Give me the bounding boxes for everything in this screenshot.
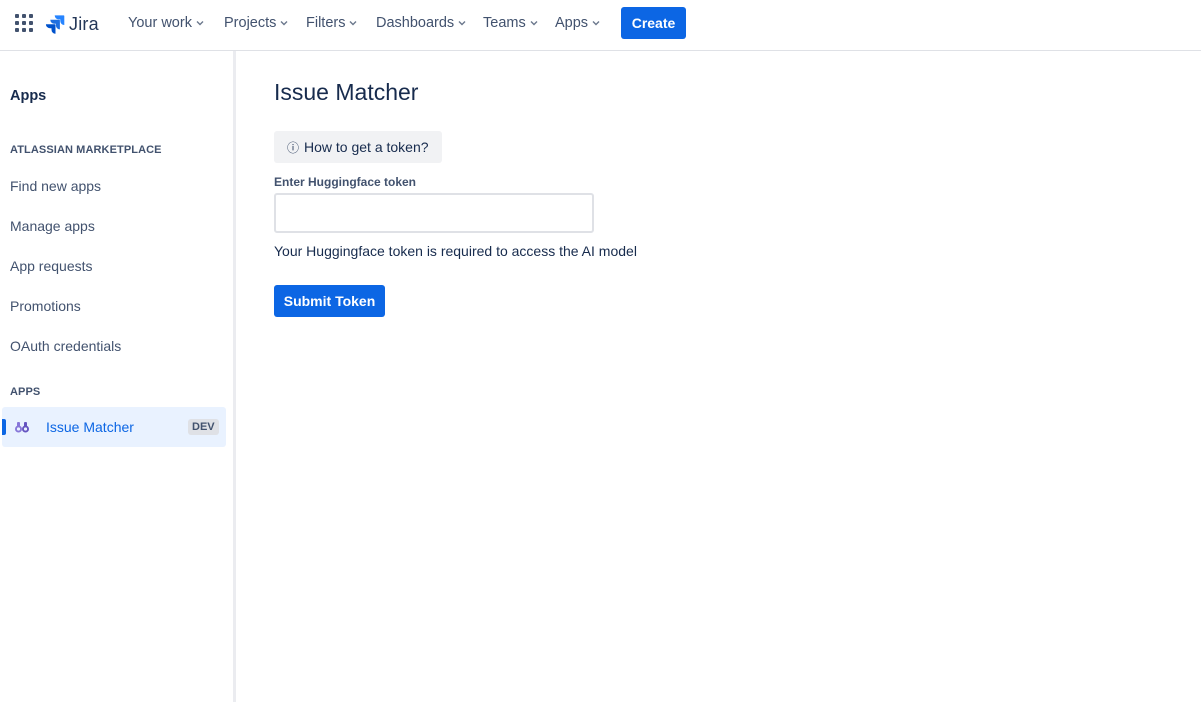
sidebar-item-issue-matcher[interactable]: Issue Matcher DEV [2, 407, 226, 447]
submit-token-button[interactable]: Submit Token [274, 285, 385, 317]
selected-indicator [2, 419, 6, 435]
sidebar-item-manage-apps[interactable]: Manage apps [10, 218, 95, 234]
token-helper-text: Your Huggingface token is required to ac… [274, 243, 637, 259]
nav-label: Your work [128, 15, 192, 31]
nav-label: Dashboards [376, 15, 455, 31]
token-field-label: Enter Huggingface token [274, 175, 417, 189]
dev-badge: DEV [188, 419, 219, 435]
chevron-down-icon [457, 18, 467, 28]
sidebar: Apps ATLASSIAN MARKETPLACE Find new apps… [0, 51, 233, 702]
chevron-down-icon [591, 18, 601, 28]
nav-label: Teams [483, 15, 526, 31]
jira-logo[interactable]: Jira [45, 12, 99, 36]
top-navigation: Jira Your work Projects Filters Dashboar… [0, 0, 1201, 51]
huggingface-token-input[interactable] [274, 193, 594, 233]
section-heading-apps: APPS [10, 386, 41, 398]
info-icon: ⓘ [287, 140, 300, 155]
create-button[interactable]: Create [621, 7, 686, 39]
chevron-down-icon [348, 18, 358, 28]
section-heading-marketplace: ATLASSIAN MARKETPLACE [10, 144, 162, 156]
chevron-down-icon [195, 18, 205, 28]
nav-projects[interactable]: Projects [224, 13, 289, 33]
nav-filters[interactable]: Filters [306, 13, 358, 33]
nav-apps[interactable]: Apps [555, 13, 601, 33]
logo-text: Jira [69, 13, 99, 34]
nav-dashboards[interactable]: Dashboards [376, 13, 467, 33]
how-to-get-token-button[interactable]: ⓘ How to get a token? [274, 131, 442, 163]
sidebar-item-find-new-apps[interactable]: Find new apps [10, 178, 101, 194]
sidebar-item-app-requests[interactable]: App requests [10, 258, 93, 274]
nav-teams[interactable]: Teams [483, 13, 539, 33]
sidebar-item-label: Issue Matcher [46, 419, 134, 435]
nav-label: Projects [224, 15, 277, 31]
app-switcher-grid-icon[interactable] [15, 14, 33, 32]
chevron-down-icon [279, 18, 289, 28]
sidebar-resize-handle[interactable] [233, 51, 236, 702]
sidebar-item-promotions[interactable]: Promotions [10, 298, 81, 314]
nav-label: Apps [555, 15, 589, 31]
page-title: Issue Matcher [274, 79, 419, 105]
jira-logo-icon [45, 15, 65, 34]
chevron-down-icon [529, 18, 539, 28]
nav-your-work[interactable]: Your work [128, 13, 205, 33]
sidebar-item-oauth-credentials[interactable]: OAuth credentials [10, 338, 121, 354]
nav-label: Filters [306, 15, 346, 31]
binoculars-icon [15, 422, 29, 433]
sidebar-title: Apps [10, 88, 47, 104]
button-label: How to get a token? [304, 139, 429, 155]
